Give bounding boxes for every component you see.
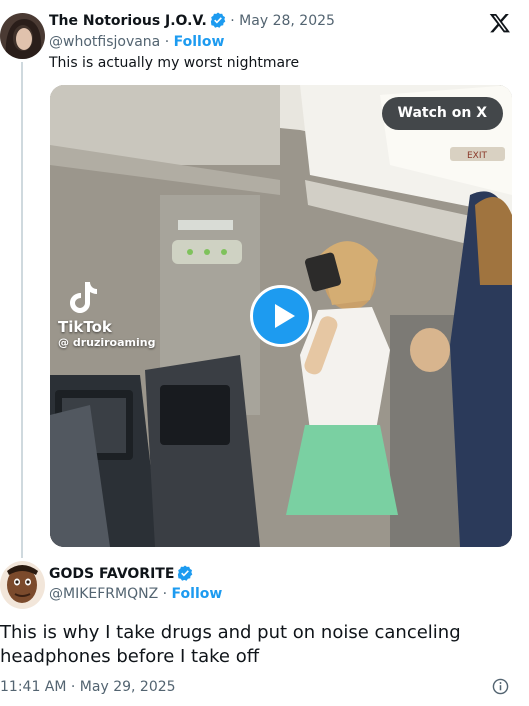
tweet-text: This is actually my worst nightmare	[49, 55, 300, 71]
quoted-author-line: The Notorious J.O.V. · May 28, 2025	[49, 11, 335, 34]
exit-sign: EXIT	[467, 151, 488, 161]
follow-button[interactable]: Follow	[174, 34, 225, 50]
separator-dot: ·	[160, 34, 174, 50]
tweet-timestamp[interactable]: 11:41 AM · May 29, 2025	[0, 677, 176, 697]
verified-badge-icon	[210, 12, 226, 34]
tiktok-logo-icon	[70, 282, 97, 313]
separator-dot: ·	[158, 586, 172, 602]
tiktok-brand: TikTok	[58, 318, 112, 336]
info-icon[interactable]	[492, 678, 509, 695]
display-name[interactable]: GODS FAVORITE	[49, 566, 174, 582]
reply-handle-line: @MIKEFRMQNZ · Follow	[49, 584, 222, 604]
tiktok-handle: @ druziroaming	[58, 336, 156, 349]
user-handle[interactable]: @whotfisjovana	[49, 34, 160, 50]
quoted-handle-line: @whotfisjovana · Follow	[49, 32, 224, 52]
watch-on-x-button[interactable]: Watch on X	[381, 97, 503, 130]
x-logo-icon[interactable]	[489, 12, 511, 34]
user-handle[interactable]: @MIKEFRMQNZ	[49, 586, 158, 602]
follow-button[interactable]: Follow	[172, 586, 223, 602]
avatar[interactable]	[0, 13, 45, 59]
display-name[interactable]: The Notorious J.O.V.	[49, 13, 207, 29]
video-player[interactable]: EXIT TikTok @ druziroaming Watch on X	[50, 85, 512, 547]
tiktok-watermark: TikTok @ druziroaming	[58, 280, 155, 349]
play-icon[interactable]	[250, 285, 312, 347]
avatar[interactable]	[0, 561, 45, 609]
tweet-date[interactable]: · May 28, 2025	[230, 13, 335, 29]
thread-connector-line	[21, 62, 23, 558]
tweet-text: This is why I take drugs and put on nois…	[0, 622, 461, 667]
